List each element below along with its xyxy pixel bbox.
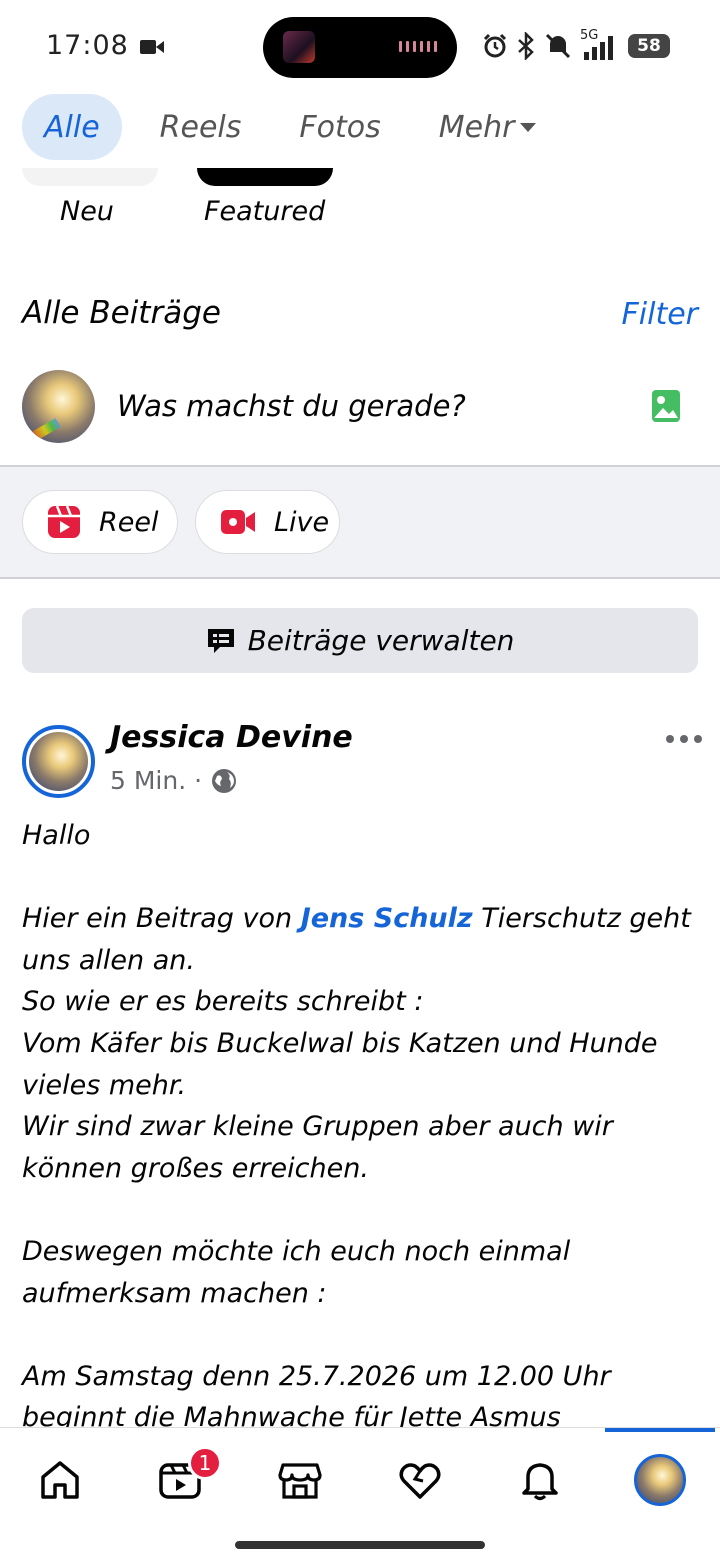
home-icon <box>41 1461 79 1499</box>
divider <box>0 577 720 579</box>
composer-input[interactable]: Was machst du gerade? <box>117 389 466 423</box>
dynamic-island[interactable] <box>263 17 457 78</box>
avatar[interactable] <box>22 370 95 443</box>
notification-badge: 1 <box>188 1446 222 1480</box>
highlight-label-neu[interactable]: Neu <box>60 196 114 227</box>
tab-alle[interactable]: Alle <box>22 94 122 160</box>
mention-link[interactable]: Jens Schulz <box>301 903 473 934</box>
highlight-cover-featured[interactable] <box>197 168 333 186</box>
battery-indicator: 58 <box>628 34 670 58</box>
post-body: Hallo Hier ein Beitrag von Jens Schulz T… <box>22 815 712 1439</box>
nav-marketplace[interactable] <box>274 1454 326 1506</box>
section-title: Alle Beiträge <box>22 295 221 331</box>
live-button[interactable]: Live <box>195 490 340 554</box>
video-camera-icon <box>221 510 255 534</box>
live-label: Live <box>274 506 330 538</box>
screen-record-icon <box>140 40 164 54</box>
highlight-label-featured[interactable]: Featured <box>204 196 325 227</box>
alarm-icon <box>483 33 507 58</box>
tab-reels[interactable]: Reels <box>160 94 242 160</box>
status-icons: 5G 58 <box>482 28 670 60</box>
more-options-icon[interactable] <box>664 728 704 750</box>
profile-tabs: Alle Reels Fotos Mehr <box>22 94 537 160</box>
status-bar: 17:08 5G 58 <box>0 0 720 92</box>
caret-down-icon <box>520 122 537 132</box>
media-thumbnail <box>283 31 315 63</box>
globe-icon <box>212 768 237 793</box>
reel-label: Reel <box>99 506 159 538</box>
post-author-avatar[interactable] <box>22 725 95 798</box>
photo-icon[interactable] <box>651 389 681 423</box>
nav-profile[interactable] <box>634 1454 686 1506</box>
post-meta: 5 Min. · <box>110 766 238 795</box>
manage-posts-button[interactable]: Beiträge verwalten <box>22 608 698 673</box>
nav-dating[interactable] <box>394 1454 446 1506</box>
status-time: 17:08 <box>46 30 129 61</box>
post-paragraph: Hier ein Beitrag von Jens Schulz Tiersch… <box>22 903 691 1184</box>
marketplace-icon <box>278 1463 322 1499</box>
comment-list-icon <box>207 628 234 653</box>
reel-icon <box>48 505 80 538</box>
bluetooth-icon <box>518 32 534 60</box>
tab-mehr[interactable]: Mehr <box>439 94 537 160</box>
post-paragraph: Deswegen möchte ich euch noch einmal auf… <box>22 1235 579 1309</box>
tab-mehr-label: Mehr <box>438 109 515 145</box>
manage-posts-label: Beiträge verwalten <box>247 624 515 657</box>
signal-icon: 5G <box>580 28 620 60</box>
mute-icon <box>545 33 571 59</box>
nav-notifications[interactable] <box>514 1454 566 1506</box>
profile-avatar <box>634 1454 686 1506</box>
bell-icon <box>522 1463 558 1501</box>
home-indicator[interactable] <box>235 1541 485 1549</box>
tab-fotos[interactable]: Fotos <box>299 94 380 160</box>
reel-button[interactable]: Reel <box>22 490 178 554</box>
nav-video[interactable]: 1 <box>154 1446 222 1506</box>
audio-bars-icon <box>399 41 437 52</box>
post-greeting: Hallo <box>22 820 91 851</box>
active-tab-indicator <box>605 1428 715 1432</box>
dating-icon <box>399 1463 441 1499</box>
nav-home[interactable] <box>34 1454 86 1506</box>
highlight-cover-neu[interactable] <box>22 168 158 186</box>
post-author[interactable]: Jessica Devine <box>110 720 353 755</box>
post-time[interactable]: 5 Min. · <box>110 766 202 795</box>
filter-button[interactable]: Filter <box>622 297 698 332</box>
